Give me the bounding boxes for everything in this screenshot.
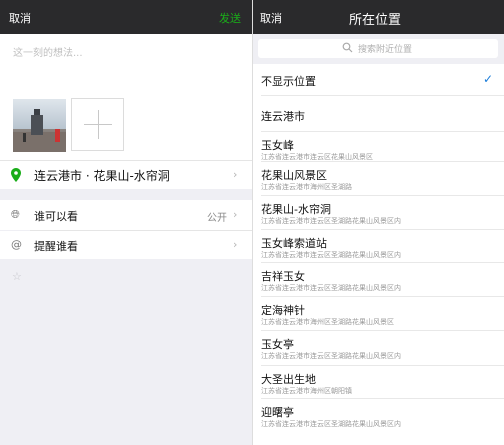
remind-label: 提醒谁看 bbox=[34, 240, 78, 253]
place-name: 玉女峰索道站 bbox=[261, 237, 327, 250]
page-title: 所在位置 bbox=[349, 13, 402, 28]
location-picker-panel: 取消 所在位置 搜索附近位置 不显示位置 ✓ 连云港市玉女峰江苏省连云港市连云区… bbox=[252, 0, 504, 445]
place-name: 迎曙亭 bbox=[261, 406, 294, 419]
visibility-row[interactable]: 🌐︎ 谁可以看 公开 › bbox=[0, 200, 252, 230]
photo-tower bbox=[31, 115, 43, 135]
divider bbox=[261, 195, 504, 196]
divider bbox=[261, 398, 504, 399]
divider bbox=[261, 229, 504, 230]
place-address: 江苏省连云港市连云区圣湖路花果山风景区内 bbox=[261, 251, 401, 259]
attached-photo-thumbnail[interactable] bbox=[13, 99, 66, 152]
divider bbox=[261, 95, 504, 96]
divider bbox=[261, 131, 504, 132]
place-name: 吉祥玉女 bbox=[261, 270, 305, 283]
hide-location-option[interactable]: 不显示位置 bbox=[261, 73, 316, 89]
place-name: 定海神针 bbox=[261, 304, 305, 317]
compose-topbar: 取消 发送 bbox=[0, 0, 252, 34]
place-address: 江苏省连云港市连云区圣湖路花果山风景区内 bbox=[261, 352, 401, 360]
search-icon bbox=[342, 42, 353, 53]
send-button[interactable]: 发送 bbox=[219, 10, 241, 26]
location-row[interactable]: 连云港市 · 花果山-水帘洞 › bbox=[0, 161, 252, 189]
place-address: 江苏省连云港市海州区朝阳镇 bbox=[261, 387, 352, 395]
divider bbox=[261, 330, 504, 331]
place-address: 江苏省连云港市连云区圣湖路花果山风景区内 bbox=[261, 217, 401, 225]
visibility-value: 公开 bbox=[207, 213, 227, 224]
place-name: 连云港市 bbox=[261, 110, 305, 123]
search-input[interactable]: 搜索附近位置 bbox=[258, 39, 498, 58]
visibility-label: 谁可以看 bbox=[34, 210, 78, 223]
place-name: 花果山-水帘洞 bbox=[261, 203, 331, 216]
chevron-right-icon: › bbox=[233, 168, 238, 181]
globe-icon: 🌐︎ bbox=[11, 208, 20, 221]
chevron-right-icon: › bbox=[233, 238, 238, 251]
photo-person bbox=[55, 129, 60, 142]
photo-person bbox=[23, 133, 26, 142]
divider bbox=[261, 365, 504, 366]
location-pin-icon bbox=[11, 168, 21, 182]
divider bbox=[261, 296, 504, 297]
place-address: 江苏省连云港市连云区圣湖路花果山风景区内 bbox=[261, 420, 401, 428]
chevron-right-icon: › bbox=[233, 208, 238, 221]
cancel-button[interactable]: 取消 bbox=[260, 10, 282, 26]
remind-row[interactable]: @ 提醒谁看 › bbox=[0, 231, 252, 259]
place-name: 玉女亭 bbox=[261, 338, 294, 351]
add-photo-button[interactable] bbox=[71, 98, 124, 151]
location-label: 连云港市 · 花果山-水帘洞 bbox=[34, 169, 170, 183]
location-topbar: 取消 所在位置 bbox=[253, 0, 504, 34]
compose-panel: 取消 发送 这一刻的想法... 连云港市 · 花果山-水帘洞 › 🌐︎ 谁可以看… bbox=[0, 0, 252, 445]
star-icon: ☆ bbox=[12, 270, 22, 283]
place-name: 花果山风景区 bbox=[261, 169, 327, 182]
place-address: 江苏省连云港市海州区圣湖路花果山风景区 bbox=[261, 318, 394, 326]
place-name: 玉女峰 bbox=[261, 139, 294, 152]
divider bbox=[261, 262, 504, 263]
post-text-input[interactable]: 这一刻的想法... bbox=[13, 44, 83, 59]
place-address: 江苏省连云港市海州区圣湖路 bbox=[261, 183, 352, 191]
at-icon: @ bbox=[11, 238, 22, 251]
place-name: 大圣出生地 bbox=[261, 373, 316, 386]
cancel-button[interactable]: 取消 bbox=[9, 10, 31, 26]
search-placeholder: 搜索附近位置 bbox=[358, 45, 413, 55]
divider bbox=[261, 161, 504, 162]
search-bar: 搜索附近位置 bbox=[253, 34, 504, 64]
place-address: 江苏省连云港市连云区圣湖路花果山风景区内 bbox=[261, 284, 401, 292]
checkmark-icon: ✓ bbox=[483, 72, 494, 86]
plus-icon bbox=[98, 110, 99, 139]
